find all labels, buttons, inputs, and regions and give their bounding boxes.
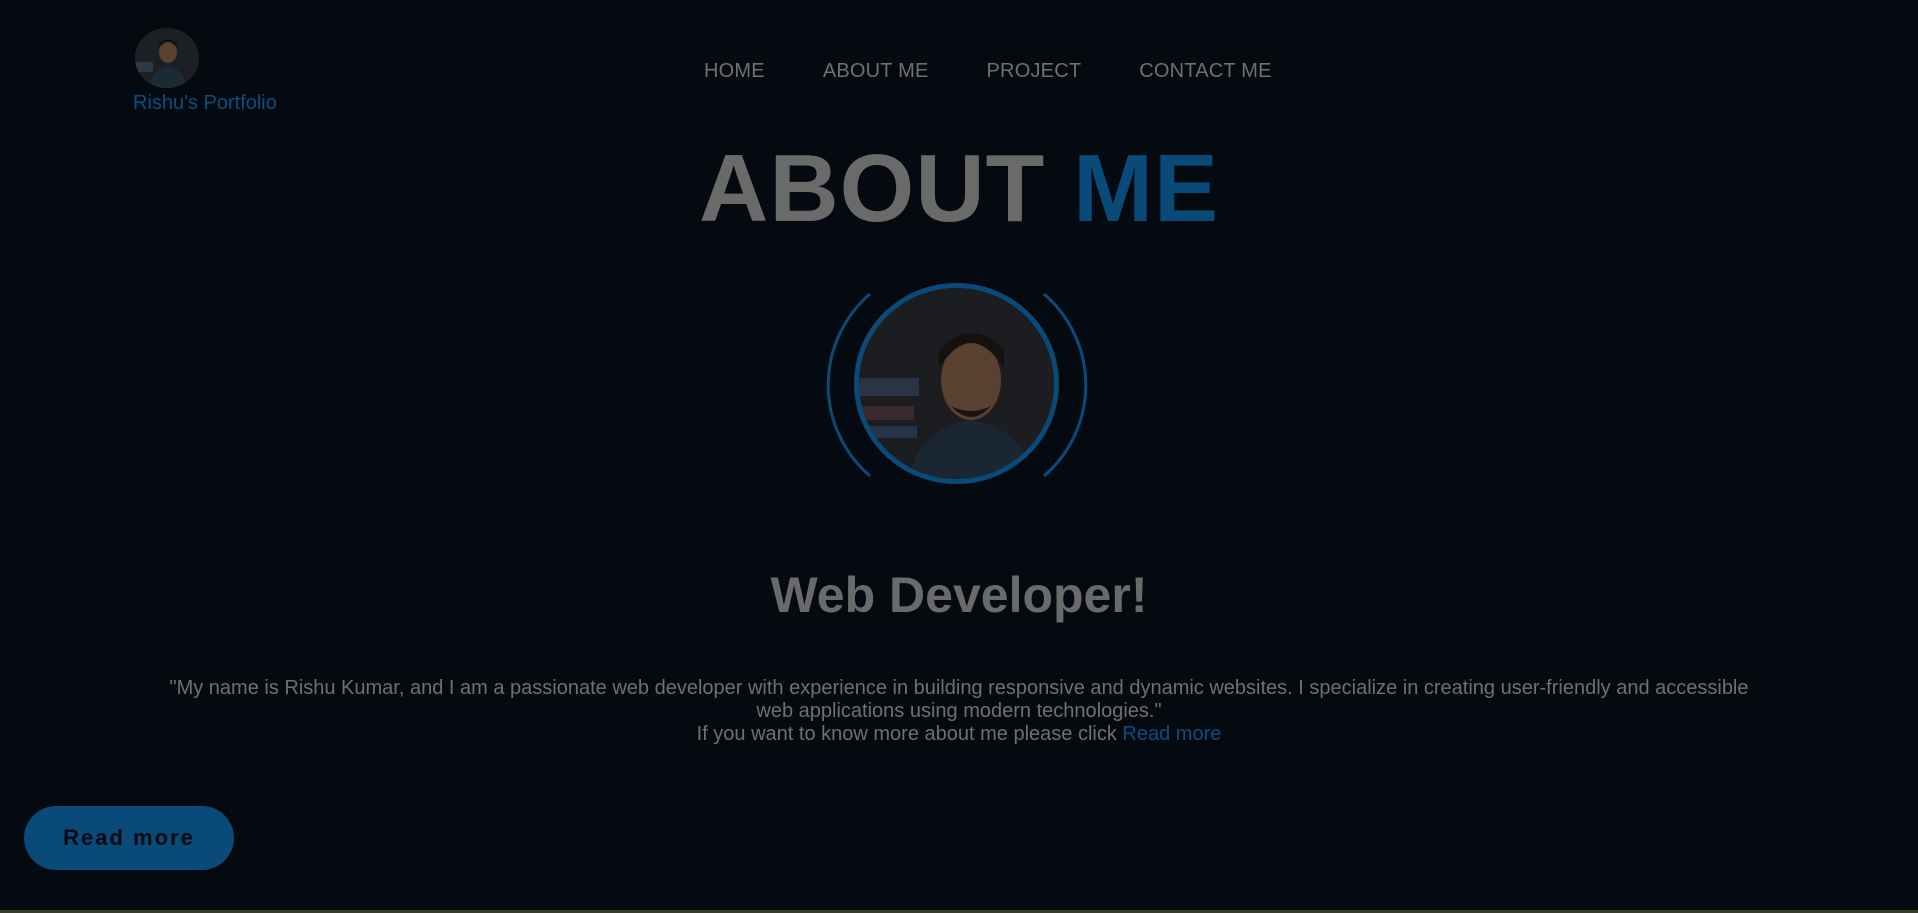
title-accent: ME — [1072, 135, 1219, 242]
bio-cta: If you want to know more about me please… — [160, 723, 1758, 746]
title-main: ABOUT — [699, 135, 1046, 242]
page-title: ABOUT ME — [0, 134, 1918, 244]
nav-contact-me[interactable]: CONTACT ME — [1139, 60, 1271, 83]
logo-avatar — [135, 28, 199, 88]
profile-photo-image — [859, 288, 1054, 479]
avatar-image — [135, 28, 199, 88]
profile-portrait — [822, 280, 1092, 490]
nav-home[interactable]: HOME — [704, 60, 765, 83]
bio-text: "My name is Rishu Kumar, and I am a pass… — [169, 677, 1749, 722]
main-nav: HOME ABOUT ME PROJECT CONTACT ME — [704, 60, 1272, 83]
subtitle: Web Developer! — [770, 567, 1148, 623]
profile-photo — [854, 283, 1059, 484]
logo[interactable]: Rishu's Portfolio — [133, 28, 277, 115]
nav-about-me[interactable]: ABOUT ME — [823, 60, 929, 83]
bio: "My name is Rishu Kumar, and I am a pass… — [160, 677, 1758, 746]
page: Rishu's Portfolio HOME ABOUT ME PROJECT … — [0, 0, 1918, 913]
logo-text[interactable]: Rishu's Portfolio — [133, 92, 277, 115]
read-more-link[interactable]: Read more — [1122, 723, 1221, 745]
bio-cta-prefix: If you want to know more about me please… — [696, 723, 1117, 745]
read-more-button[interactable]: Read more — [24, 806, 234, 870]
nav-project[interactable]: PROJECT — [987, 60, 1082, 83]
